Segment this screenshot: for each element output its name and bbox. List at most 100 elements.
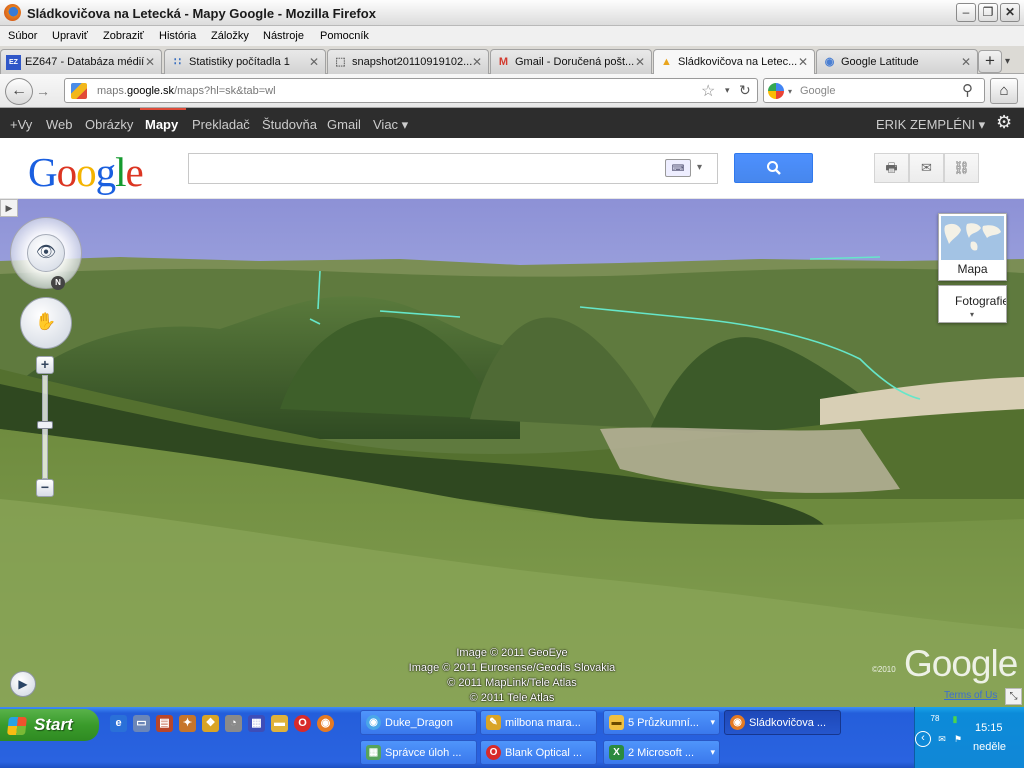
tray-meter-icon[interactable]: ▮ [948, 712, 962, 726]
gbar-more[interactable]: Viac ▾ [373, 117, 408, 133]
gbar-gmail[interactable]: Gmail [327, 117, 361, 132]
task-microsoft-group[interactable]: X 2 Microsoft ... ▾ [603, 740, 720, 765]
site-identity-icon[interactable] [71, 83, 87, 99]
zoom-in-button[interactable]: + [36, 356, 54, 374]
settings-gear-icon[interactable]: ⚙ [996, 112, 1012, 133]
history-dropdown-icon[interactable]: ▾ [725, 85, 730, 96]
email-button[interactable]: ✉ [909, 153, 944, 183]
gbar-translate[interactable]: Prekladač [192, 117, 250, 132]
tab-snapshot[interactable]: ⬚ snapshot20110919102... ✕ [327, 49, 489, 74]
tab-label: Sládkovičova na Letec... [678, 56, 798, 68]
tray-collapse-icon[interactable]: ‹ [915, 731, 931, 747]
photos-button[interactable]: Fotografie ▾ [938, 285, 1007, 323]
engine-dropdown-icon[interactable]: ▾ [788, 87, 792, 96]
quicklaunch-desktop-icon[interactable]: ▭ [133, 715, 150, 732]
tab-close-icon[interactable]: ✕ [145, 55, 155, 69]
search-icon[interactable]: ⚲ [962, 81, 973, 99]
map-type-button[interactable]: Mapa [938, 213, 1007, 281]
quicklaunch-opera-icon[interactable]: O [294, 715, 311, 732]
tab-latitude[interactable]: ◉ Google Latitude ✕ [816, 49, 978, 74]
tab-close-icon[interactable]: ✕ [635, 55, 645, 69]
start-button[interactable]: Start [0, 709, 99, 741]
task-blank-optical[interactable]: O Blank Optical ... [480, 740, 597, 765]
google-logo[interactable]: Google [28, 148, 144, 196]
tab-close-icon[interactable]: ✕ [472, 55, 482, 69]
tray-counter-icon[interactable]: 78 [928, 712, 942, 726]
back-button[interactable]: ← [5, 78, 33, 105]
tab-close-icon[interactable]: ✕ [309, 55, 319, 69]
task-spravce-uloh[interactable]: ▦ Správce úloh ... [360, 740, 477, 765]
folder-icon: ▬ [609, 715, 624, 730]
tab-ez647[interactable]: EZ EZ647 - Databáza médií ✕ [0, 49, 162, 74]
maps-search-input[interactable]: ⌨ ▾ [188, 153, 718, 184]
map-earth-view[interactable]: ▶ 👁 N ✋ + − Mapa Fotografie ▾ ▶ Image © … [0, 199, 1024, 707]
menu-pomocnik[interactable]: Pomocník [320, 30, 369, 42]
search-placeholder[interactable]: Google [800, 85, 835, 97]
bookmark-star-icon[interactable]: ☆ [701, 81, 715, 101]
task-milbona[interactable]: ✎ milbona mara... [480, 710, 597, 735]
task-firefox-active[interactable]: ◉ Sládkovičova ... [724, 710, 841, 735]
keyboard-icon[interactable]: ⌨ [665, 159, 691, 177]
maximize-button[interactable]: ❐ [978, 3, 998, 22]
firefox-icon[interactable] [4, 4, 21, 21]
look-around-control[interactable]: 👁 N [10, 217, 82, 290]
gbar-plus-you[interactable]: +Vy [10, 117, 32, 132]
task-pruzkumnik-group[interactable]: ▬ 5 Průzkumní... ▾ [603, 710, 720, 735]
google-search-engine-icon[interactable] [768, 83, 784, 99]
link-button[interactable]: ⛓ [944, 153, 979, 183]
new-tab-button[interactable]: + [978, 50, 1002, 73]
quicklaunch-app-icon[interactable]: ▦ [248, 715, 265, 732]
tab-statistiky[interactable]: ∷ Statistiky počítadla 1 ✕ [164, 49, 326, 74]
print-button[interactable]: 🖶 [874, 153, 909, 183]
home-button[interactable]: ⌂ [990, 78, 1018, 104]
maps-search-button[interactable] [734, 153, 813, 183]
user-menu[interactable]: ERIK ZEMPLÉNI ▾ [876, 117, 985, 133]
quicklaunch-app-icon[interactable]: ✦ [179, 715, 196, 732]
menu-nastroje[interactable]: Nástroje [263, 30, 304, 42]
zoom-slider-thumb[interactable] [37, 421, 53, 429]
tray-mail-icon[interactable]: ✉ [935, 732, 949, 746]
menu-subor[interactable]: Súbor [8, 30, 37, 42]
forward-button[interactable]: → [36, 83, 50, 99]
quicklaunch-app-icon[interactable]: ❖ [202, 715, 219, 732]
url-text[interactable]: maps.google.sk/maps?hl=sk&tab=wl [97, 85, 276, 97]
url-bar[interactable]: maps.google.sk/maps?hl=sk&tab=wl ☆ ▾ ↻ [64, 78, 758, 103]
gbar-web[interactable]: Web [46, 117, 73, 132]
close-button[interactable]: ✕ [1000, 3, 1020, 22]
eye-icon[interactable]: 👁 [27, 234, 65, 272]
gbar-scholar[interactable]: Študovňa [262, 117, 317, 132]
sidebar-toggle-button[interactable]: ▶ [0, 199, 18, 217]
menu-upravit[interactable]: Upraviť [52, 30, 88, 42]
tab-list-icon[interactable]: ▾ [1005, 56, 1010, 67]
gbar-maps[interactable]: Mapy [145, 117, 178, 132]
editor-icon: ✎ [486, 715, 501, 730]
menu-zobrazit[interactable]: Zobraziť [103, 30, 144, 42]
menu-historia[interactable]: História [159, 30, 196, 42]
quicklaunch-folder-icon[interactable]: ▬ [271, 715, 288, 732]
clock-time[interactable]: 15:15 [975, 722, 1003, 734]
north-indicator[interactable]: N [51, 276, 65, 290]
reload-icon[interactable]: ↻ [739, 82, 751, 99]
tour-play-button[interactable]: ▶ [10, 671, 36, 697]
quicklaunch-ie-icon[interactable]: e [110, 715, 127, 732]
tray-network-icon[interactable]: ⚑ [951, 732, 965, 746]
menu-zalozky[interactable]: Záložky [211, 30, 249, 42]
input-tools-dropdown-icon[interactable]: ▾ [697, 162, 702, 173]
quicklaunch-firefox-icon[interactable]: ◉ [317, 715, 334, 732]
tab-close-icon[interactable]: ✕ [798, 55, 808, 69]
task-duke-dragon[interactable]: ◉ Duke_Dragon [360, 710, 477, 735]
zoom-out-button[interactable]: − [36, 479, 54, 497]
tab-gmail[interactable]: M Gmail - Doručená pošt... ✕ [490, 49, 652, 74]
search-icon [766, 161, 781, 175]
pan-control-hand-icon[interactable]: ✋ [20, 297, 72, 349]
tab-close-icon[interactable]: ✕ [961, 55, 971, 69]
quicklaunch-app-icon[interactable]: ◔ [225, 715, 242, 732]
minimize-button[interactable]: – [956, 3, 976, 22]
logo-copyright: ©2010 [872, 665, 896, 674]
tab-maps-active[interactable]: ▲ Sládkovičova na Letec... ✕ [653, 49, 815, 75]
gbar-images[interactable]: Obrázky [85, 117, 133, 132]
terms-of-use-link[interactable]: Terms of Us [944, 690, 997, 701]
quicklaunch-app-icon[interactable]: ▤ [156, 715, 173, 732]
resize-icon[interactable]: ⤡ [1005, 688, 1022, 705]
browser-search-box[interactable]: ▾ Google ⚲ [763, 78, 985, 103]
